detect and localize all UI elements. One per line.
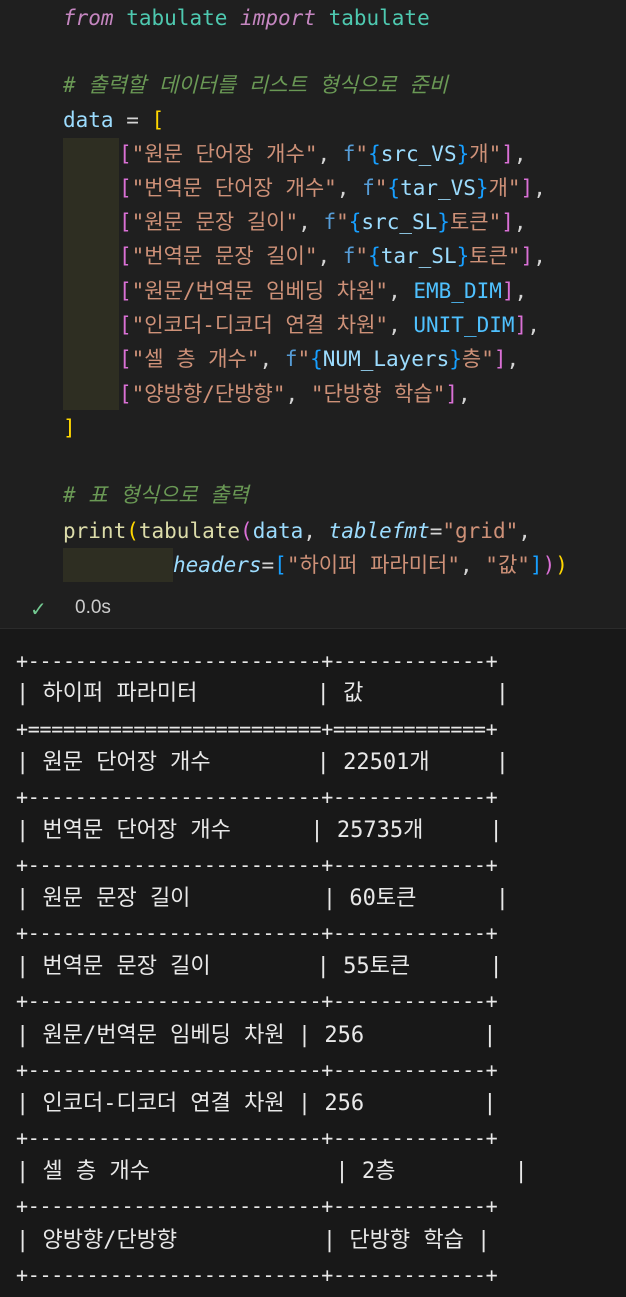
code-line-close: ] — [63, 416, 76, 440]
cell-output: +-------------------------+-------------… — [0, 629, 626, 1297]
table-row: | 원문 문장 길이 | 60토큰 | — [16, 886, 510, 911]
table-row: | 인코더-디코더 연결 차원 | 256 | — [16, 1091, 497, 1116]
code-row: ["원문 단어장 개수", f"{src_VS}개"], — [119, 142, 527, 166]
table-row: | 번역문 단어장 개수 | 25735개 | — [16, 818, 503, 843]
code-row: ["인코더-디코더 연결 차원", UNIT_DIM], — [119, 313, 540, 337]
code-cell[interactable]: from tabulate import tabulate # 출력할 데이터를… — [0, 0, 626, 590]
table-border: +-------------------------+-------------… — [16, 853, 498, 877]
table-row: | 번역문 문장 길이 | 55토큰 | — [16, 954, 503, 979]
code-comment: # 출력할 데이터를 리스트 형식으로 준비 — [63, 73, 448, 97]
table-header-separator: +=========================+=============… — [16, 717, 498, 741]
code-comment: # 표 형식으로 출력 — [63, 483, 249, 507]
table-border: +-------------------------+-------------… — [16, 1126, 498, 1150]
table-border: +-------------------------+-------------… — [16, 1058, 498, 1082]
table-row: | 원문/번역문 임베딩 차원 | 256 | — [16, 1023, 497, 1048]
table-row: | 셀 층 개수 | 2층 | — [16, 1159, 528, 1184]
table-border: +-------------------------+-------------… — [16, 1194, 498, 1218]
table-border: +-------------------------+-------------… — [16, 1263, 498, 1287]
code-row: ["원문 문장 길이", f"{src_SL}토큰"], — [119, 210, 527, 234]
indent-guide — [63, 138, 119, 410]
code-row: ["번역문 단어장 개수", f"{tar_VS}개"], — [119, 176, 546, 200]
code-row: ["원문/번역문 임베딩 차원", EMB_DIM], — [119, 279, 528, 303]
table-row: | 원문 단어장 개수 | 22501개 | — [16, 750, 510, 775]
table-row: | 양방향/단방향 | 단방향 학습 | — [16, 1228, 491, 1253]
check-icon: ✓ — [30, 597, 47, 621]
execution-time: 0.0s — [75, 597, 111, 618]
code-row: ["번역문 문장 길이", f"{tar_SL}토큰"], — [119, 244, 546, 268]
table-border: +-------------------------+-------------… — [16, 989, 498, 1013]
table-border: +-------------------------+-------------… — [16, 649, 498, 673]
code-row: ["셀 층 개수", f"{NUM_Layers}층"], — [119, 347, 520, 371]
table-border: +-------------------------+-------------… — [16, 785, 498, 809]
code-line-data: data = [ — [63, 108, 165, 132]
code-line-print: print(tabulate(data, tablefmt="grid", — [63, 519, 531, 543]
code-line-import: from tabulate import tabulate — [63, 6, 430, 30]
table-border: +-------------------------+-------------… — [16, 921, 498, 945]
table-header-row: | 하이퍼 파라미터 | 값 | — [16, 681, 510, 706]
indent-guide — [63, 548, 173, 582]
code-line-headers: headers=["하이퍼 파라미터", "값"])) — [173, 553, 568, 577]
code-row: ["양방향/단방향", "단방향 학습"], — [119, 382, 471, 406]
